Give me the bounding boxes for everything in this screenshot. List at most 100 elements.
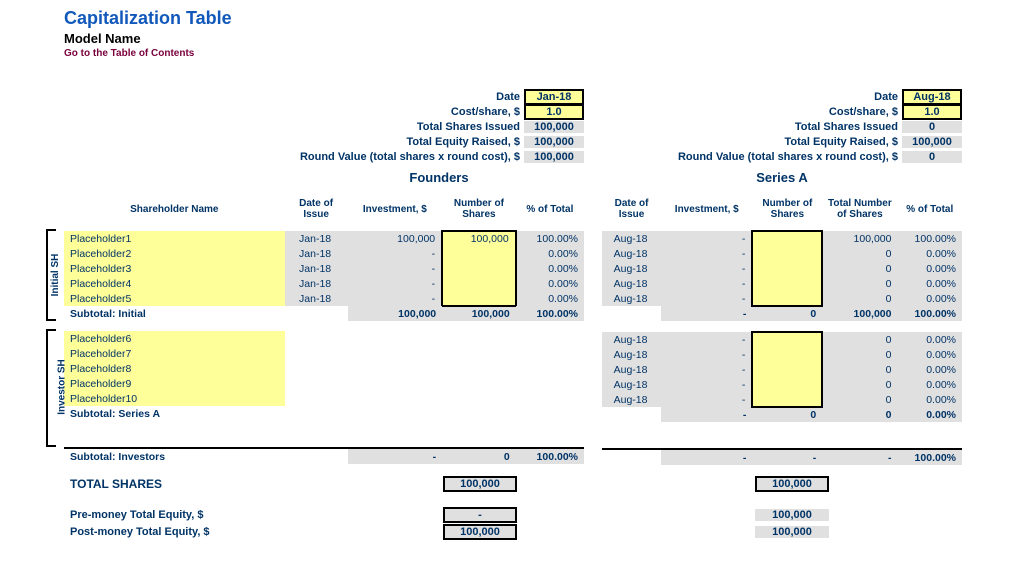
shares-input[interactable] <box>442 261 516 276</box>
sh-name[interactable]: Placeholder9 <box>64 376 285 391</box>
table-row: Aug-18-00.00% <box>602 332 962 347</box>
subtotal-series-a-row: Subtotal: Series A <box>64 406 584 421</box>
label-rv: Round Value (total shares x round cost),… <box>300 151 524 163</box>
series-a-pre-money: 100,000 <box>755 509 829 521</box>
founders-pre-money: - <box>443 507 517 523</box>
series-a-summary: DateAug-18 Cost/share, $1.0 Total Shares… <box>602 89 962 164</box>
founders-rv: 100,000 <box>524 151 584 163</box>
sh-name[interactable]: Placeholder7 <box>64 346 285 361</box>
label-cost-share: Cost/share, $ <box>451 106 524 118</box>
col-shareholder-name: Shareholder Name <box>64 187 285 231</box>
table-row: Aug-18-00.00% <box>602 392 962 407</box>
series-a-ter: 100,000 <box>902 136 962 148</box>
sh-name[interactable]: Placeholder2 <box>64 246 285 261</box>
col-doi: Date of Issue <box>602 187 661 231</box>
shares-input[interactable] <box>752 377 822 392</box>
series-a-tsi: 0 <box>902 121 962 133</box>
label-tsi: Total Shares Issued <box>795 121 902 133</box>
table-row: Aug-18-00.00% <box>602 246 962 261</box>
founders-header: Founders <box>294 170 584 185</box>
founders-summary: DateJan-18 Cost/share, $1.0 Total Shares… <box>64 89 584 164</box>
shares-input[interactable] <box>752 231 822 246</box>
subtotal-investors-label: Subtotal: Investors <box>64 449 285 464</box>
col-pct: % of Total <box>897 187 962 231</box>
subtotal-initial-row-sa: -0100,000100.00% <box>602 306 962 321</box>
shares-input[interactable] <box>752 276 822 291</box>
label-tsi: Total Shares Issued <box>417 121 524 133</box>
sh-name[interactable]: Placeholder5 <box>64 291 285 306</box>
table-row: Aug-18-00.00% <box>602 362 962 377</box>
table-row: Placeholder2Jan-18-0.00% <box>64 246 584 261</box>
series-a-rv: 0 <box>902 151 962 163</box>
shares-input[interactable] <box>752 332 822 347</box>
col-pct: % of Total <box>516 187 584 231</box>
col-doi: Date of Issue <box>285 187 348 231</box>
table-row: Aug-18-00.00% <box>602 377 962 392</box>
label-rv: Round Value (total shares x round cost),… <box>678 151 902 163</box>
shares-input[interactable] <box>442 246 516 261</box>
shares-input[interactable] <box>752 246 822 261</box>
col-investment: Investment, $ <box>661 187 752 231</box>
series-a-investor-table: Aug-18-00.00% Aug-18-00.00% Aug-18-00.00… <box>602 331 962 422</box>
sh-name[interactable]: Placeholder3 <box>64 261 285 276</box>
shares-input[interactable] <box>752 291 822 306</box>
table-row: Placeholder5Jan-18-0.00% <box>64 291 584 306</box>
total-shares-label: TOTAL SHARES <box>64 477 364 491</box>
founders-tsi: 100,000 <box>524 121 584 133</box>
table-row: Placeholder1Jan-18100,000100,000100.00% <box>64 231 584 246</box>
table-row: Placeholder9 <box>64 376 584 391</box>
col-investment: Investment, $ <box>348 187 443 231</box>
founders-post-money: 100,000 <box>443 524 517 540</box>
series-a-date[interactable]: Aug-18 <box>902 89 962 105</box>
series-a-header: Series A <box>602 170 962 185</box>
founders-date[interactable]: Jan-18 <box>524 89 584 105</box>
founders-table: Shareholder Name Date of Issue Investmen… <box>64 187 584 321</box>
table-row: Placeholder8 <box>64 361 584 376</box>
subtotal-initial-row: Subtotal: Initial100,000100,000100.00% <box>64 306 584 321</box>
table-row: Placeholder3Jan-18-0.00% <box>64 261 584 276</box>
page-title: Capitalization Table <box>64 8 1016 29</box>
label-cost-share: Cost/share, $ <box>829 106 902 118</box>
series-a-post-money: 100,000 <box>755 526 829 538</box>
subtotal-investors-row: Subtotal: Investors-0100.00% <box>64 449 584 464</box>
shares-input[interactable] <box>752 347 822 362</box>
sub-investors-series-a: ---100.00% <box>602 450 962 465</box>
shares-input[interactable] <box>752 392 822 407</box>
sh-name[interactable]: Placeholder8 <box>64 361 285 376</box>
sh-name[interactable]: Placeholder10 <box>64 391 285 406</box>
founders-cost[interactable]: 1.0 <box>524 104 584 120</box>
toc-link[interactable]: Go to the Table of Contents <box>64 48 1016 59</box>
subtotal-series-a-row-sa: -000.00% <box>602 407 962 422</box>
initial-sh-label: Initial SH <box>50 254 61 297</box>
investor-names-table: Placeholder6 Placeholder7 Placeholder8 P… <box>64 331 584 421</box>
table-row: Aug-18-00.00% <box>602 276 962 291</box>
table-row: Placeholder4Jan-18-0.00% <box>64 276 584 291</box>
subtotal-initial-label: Subtotal: Initial <box>64 306 285 321</box>
table-row: Placeholder7 <box>64 346 584 361</box>
table-row: Aug-18-00.00% <box>602 347 962 362</box>
col-shares: Number of Shares <box>752 187 822 231</box>
label-date: Date <box>496 91 524 103</box>
table-row: Placeholder10 <box>64 391 584 406</box>
post-money-label: Post-money Total Equity, $ <box>64 526 364 538</box>
label-ter: Total Equity Raised, $ <box>407 136 525 148</box>
shares-input[interactable]: 100,000 <box>442 231 516 246</box>
sh-name[interactable]: Placeholder4 <box>64 276 285 291</box>
shares-input[interactable] <box>752 362 822 377</box>
shares-input[interactable] <box>752 261 822 276</box>
series-a-cost[interactable]: 1.0 <box>902 104 962 120</box>
col-shares: Number of Shares <box>442 187 516 231</box>
model-name: Model Name <box>64 31 1016 46</box>
table-row: Aug-18-00.00% <box>602 291 962 306</box>
shares-input[interactable] <box>442 276 516 291</box>
table-row: Aug-18-00.00% <box>602 261 962 276</box>
subtotal-series-a-label: Subtotal: Series A <box>64 406 285 421</box>
sh-name[interactable]: Placeholder1 <box>64 231 285 246</box>
shares-input[interactable] <box>442 291 516 306</box>
series-a-initial-table: Date of Issue Investment, $ Number of Sh… <box>602 187 962 321</box>
investor-sh-label: Investor SH <box>56 359 67 415</box>
col-tshares: Total Number of Shares <box>822 187 897 231</box>
subtotal-investors-row-sa: ---100.00% <box>602 450 962 465</box>
sh-name[interactable]: Placeholder6 <box>64 331 285 346</box>
label-date: Date <box>874 91 902 103</box>
